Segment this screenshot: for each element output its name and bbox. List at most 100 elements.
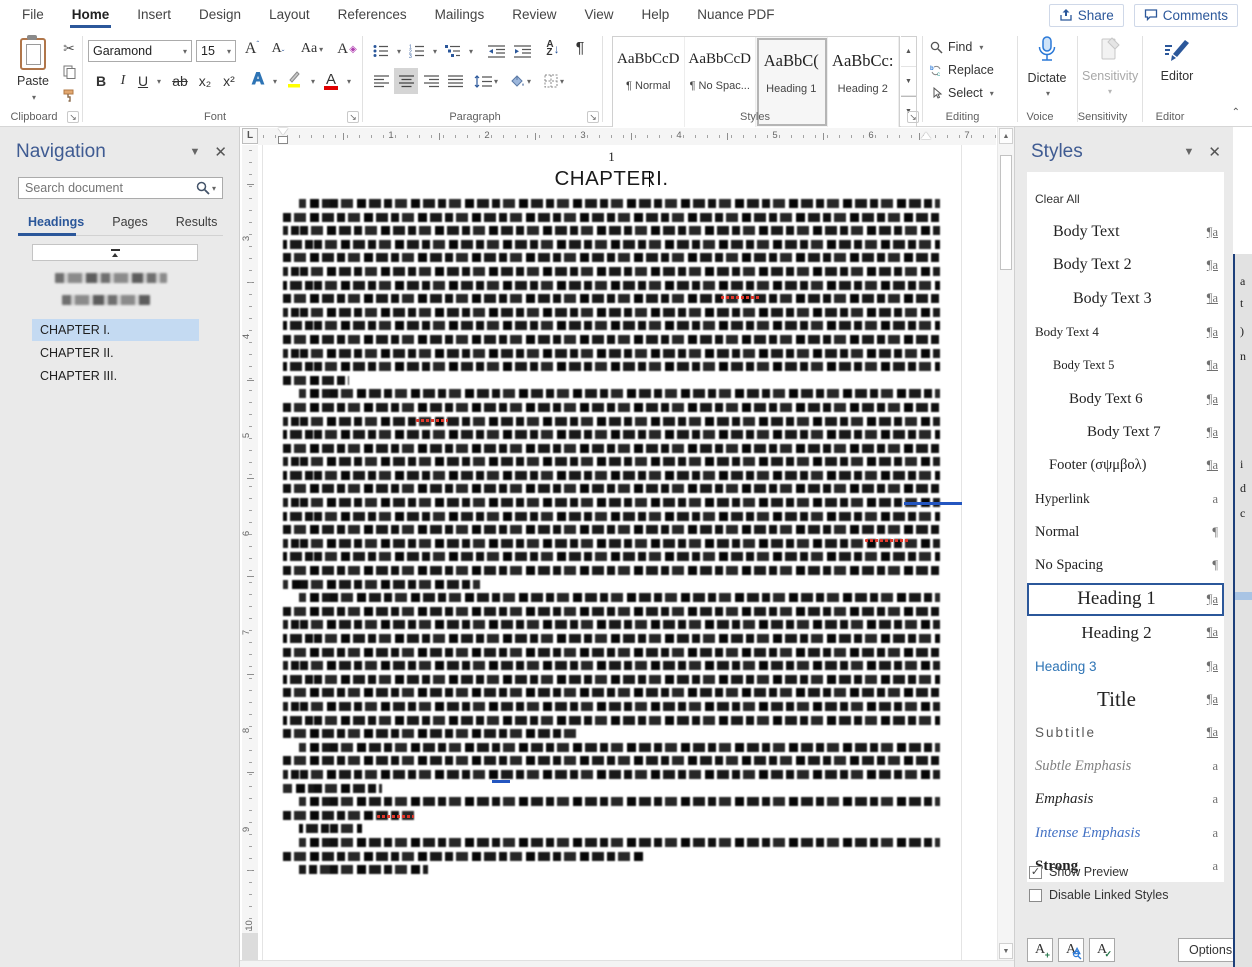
font-color-button[interactable]: A xyxy=(322,68,340,90)
document-page[interactable]: 1 CHAPTER I. xyxy=(262,145,962,960)
text-effects-button[interactable]: A xyxy=(248,68,268,90)
new-style-button[interactable]: A+ xyxy=(1027,938,1053,962)
navigation-pane-dropdown[interactable]: ▼ xyxy=(190,146,201,158)
styles-pane-dropdown[interactable]: ▼ xyxy=(1184,146,1195,158)
select-button[interactable]: Select▾ xyxy=(930,86,994,100)
vertical-scrollbar[interactable]: ▲ ▼ xyxy=(997,127,1014,960)
numbering-dropdown[interactable]: ▾ xyxy=(428,40,440,62)
style-item[interactable]: Heading 1 ¶a xyxy=(1027,583,1224,616)
ribbon-tab[interactable]: Nuance PDF xyxy=(685,2,786,29)
italic-button[interactable]: I xyxy=(114,70,132,92)
style-item[interactable]: Body Text 2 ¶a xyxy=(1027,249,1224,282)
redacted-heading-item[interactable] xyxy=(55,273,167,283)
first-line-indent-marker[interactable] xyxy=(278,128,288,135)
style-item[interactable]: Clear All xyxy=(1027,182,1224,215)
search-options-dropdown[interactable]: ▾ xyxy=(212,184,216,193)
text-effects-dropdown[interactable]: ▾ xyxy=(268,70,280,92)
cut-button[interactable]: ✂ xyxy=(58,38,80,58)
styles-gallery-up[interactable]: ▲ xyxy=(901,37,916,67)
search-icon[interactable] xyxy=(196,181,210,195)
multilevel-list-button[interactable] xyxy=(442,40,464,62)
font-color-dropdown[interactable]: ▾ xyxy=(342,70,354,92)
horizontal-scrollbar-strip[interactable] xyxy=(240,960,1014,967)
subscript-button[interactable]: x₂ xyxy=(194,70,216,92)
vertical-ruler[interactable]: 345678910 xyxy=(242,145,258,960)
ribbon-tab[interactable]: Home xyxy=(60,2,122,29)
font-family-combo[interactable]: Garamond▾ xyxy=(88,40,192,62)
style-item[interactable]: Subtle Emphasis a xyxy=(1027,750,1224,783)
style-item[interactable]: Body Text 6 ¶a xyxy=(1027,382,1224,415)
numbering-button[interactable]: 123 xyxy=(406,40,428,62)
justify-button[interactable] xyxy=(444,70,466,92)
document-canvas[interactable]: 1 CHAPTER I. xyxy=(258,145,996,960)
navigation-tab[interactable]: Results xyxy=(166,211,228,235)
tab-stop-selector[interactable]: L xyxy=(242,128,258,144)
style-item[interactable]: Footer (σψμβολ) ¶a xyxy=(1027,449,1224,482)
shading-button[interactable]: ▾ xyxy=(506,70,534,92)
left-indent-marker[interactable] xyxy=(278,136,288,144)
superscript-button[interactable]: x² xyxy=(218,70,240,92)
manage-styles-button[interactable]: A✓ xyxy=(1089,938,1115,962)
show-hide-pilcrow-button[interactable]: ¶ xyxy=(570,38,590,60)
ribbon-tab[interactable]: Mailings xyxy=(423,2,497,29)
paste-button[interactable]: Paste ▾ xyxy=(10,38,56,110)
replace-button[interactable]: bc Replace xyxy=(930,63,994,77)
navigation-close-icon[interactable]: ✕ xyxy=(214,143,227,161)
show-preview-row[interactable]: ✓ Show Preview xyxy=(1029,865,1128,879)
ribbon-tab[interactable]: Insert xyxy=(125,2,183,29)
show-preview-checkbox[interactable]: ✓ xyxy=(1029,866,1042,879)
heading-item[interactable]: CHAPTER II. xyxy=(32,342,199,364)
scrollbar-thumb[interactable] xyxy=(1000,155,1012,270)
style-inspector-button[interactable]: A🜁 xyxy=(1058,938,1084,962)
search-document-box[interactable]: ▾ xyxy=(18,177,223,199)
copy-button[interactable] xyxy=(58,62,80,82)
disable-linked-row[interactable]: Disable Linked Styles xyxy=(1029,888,1169,902)
collapse-ribbon-button[interactable]: ⌃ xyxy=(1232,107,1240,118)
style-item[interactable]: Body Text 7 ¶a xyxy=(1027,416,1224,449)
highlight-button[interactable] xyxy=(284,68,304,90)
style-item[interactable]: Normal ¶ xyxy=(1027,516,1224,549)
heading-item[interactable]: CHAPTER I. xyxy=(32,319,199,341)
strikethrough-button[interactable]: ab xyxy=(168,70,192,92)
underline-dropdown[interactable]: ▾ xyxy=(152,70,164,92)
style-item[interactable]: Body Text ¶a xyxy=(1027,215,1224,248)
paste-dropdown[interactable]: ▾ xyxy=(32,93,36,102)
highlight-dropdown[interactable]: ▾ xyxy=(306,70,318,92)
borders-button[interactable]: ▾ xyxy=(540,70,568,92)
ribbon-tab[interactable]: File xyxy=(10,2,56,29)
bullets-button[interactable] xyxy=(370,40,392,62)
shrink-font-button[interactable]: Aˇ xyxy=(266,38,290,60)
grow-font-button[interactable]: Aˆ xyxy=(240,38,264,60)
style-item[interactable]: Hyperlink a xyxy=(1027,483,1224,516)
scroll-up-arrow[interactable]: ▲ xyxy=(999,128,1013,144)
line-spacing-button[interactable]: ▾ xyxy=(472,70,500,92)
bold-button[interactable]: B xyxy=(92,70,110,92)
style-item[interactable]: Heading 2 ¶a xyxy=(1027,616,1224,649)
right-indent-marker[interactable] xyxy=(921,132,931,139)
increase-indent-button[interactable] xyxy=(510,40,534,62)
find-button[interactable]: Find▾ xyxy=(930,40,983,54)
sort-button[interactable]: AZ↓ xyxy=(540,38,566,60)
dictate-dropdown[interactable]: ▾ xyxy=(1046,89,1050,98)
ribbon-tab[interactable]: Help xyxy=(630,2,682,29)
comments-button[interactable]: Comments xyxy=(1134,4,1238,27)
dictate-button[interactable]: Dictate ▾ xyxy=(1020,36,1074,99)
change-case-button[interactable]: Aa▾ xyxy=(296,38,328,60)
ribbon-tab[interactable]: References xyxy=(326,2,419,29)
align-center-button[interactable] xyxy=(394,68,418,94)
style-item[interactable]: Body Text 5 ¶a xyxy=(1027,349,1224,382)
multilevel-dropdown[interactable]: ▾ xyxy=(464,40,476,62)
style-item[interactable]: Heading 3 ¶a xyxy=(1027,649,1224,682)
ribbon-tab[interactable]: View xyxy=(572,2,625,29)
style-item[interactable]: Body Text 4 ¶a xyxy=(1027,316,1224,349)
ribbon-tab[interactable]: Design xyxy=(187,2,253,29)
redacted-heading-item[interactable] xyxy=(62,295,150,305)
search-input[interactable] xyxy=(25,181,196,195)
styles-dialog-launcher[interactable]: ↘ xyxy=(907,111,919,123)
style-item[interactable]: Body Text 3 ¶a xyxy=(1027,282,1224,315)
horizontal-ruler[interactable]: 1234567 xyxy=(258,128,996,145)
clear-formatting-button[interactable]: A◈ xyxy=(334,38,360,60)
font-size-combo[interactable]: 15▾ xyxy=(196,40,236,62)
editor-button[interactable]: Editor xyxy=(1150,36,1204,83)
style-item[interactable]: No Spacing ¶ xyxy=(1027,549,1224,582)
